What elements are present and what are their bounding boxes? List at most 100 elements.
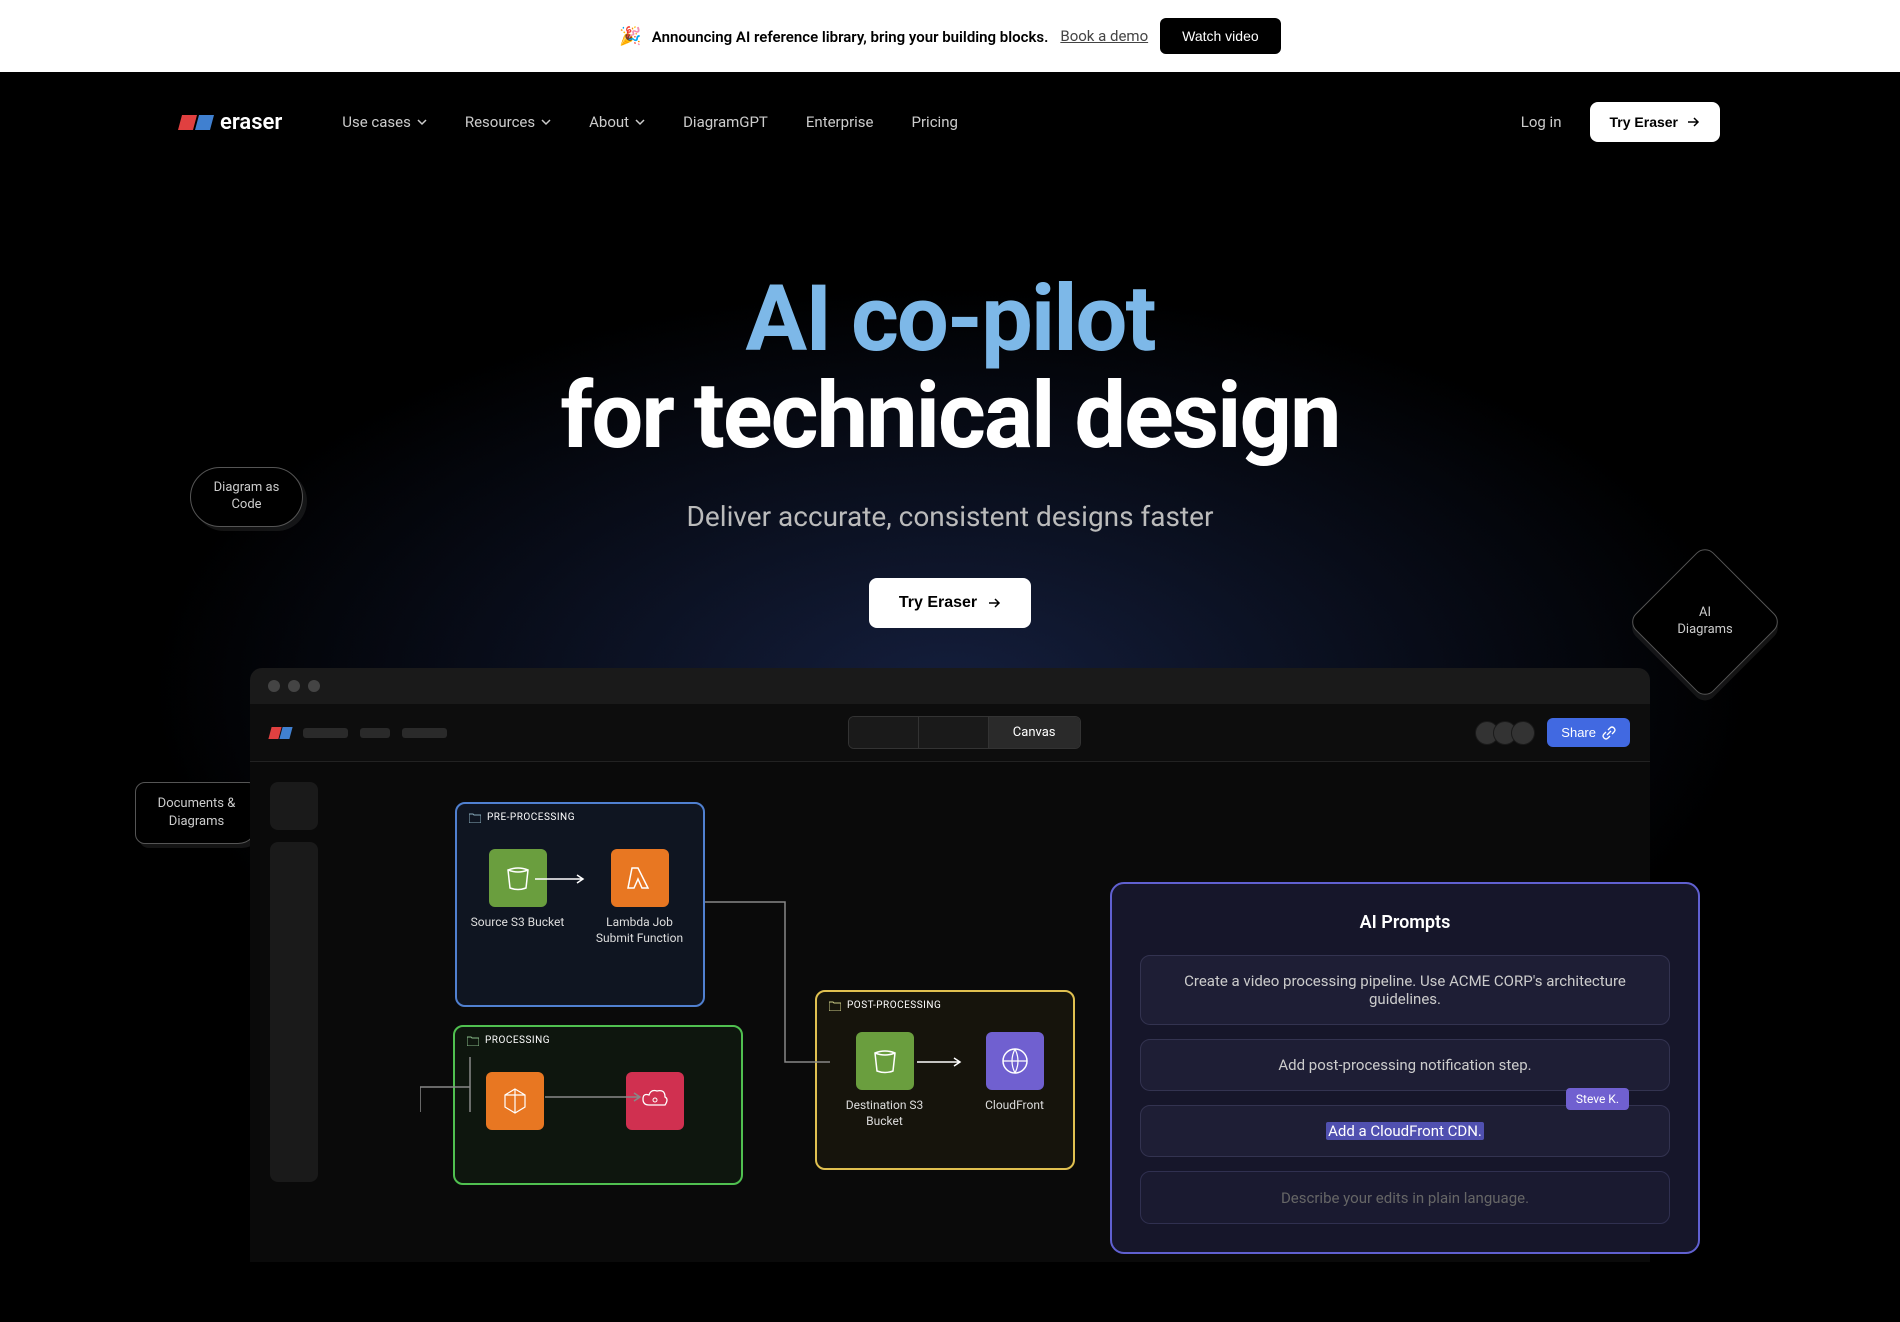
label-text: PROCESSING xyxy=(485,1035,550,1046)
button-label: Try Eraser xyxy=(899,594,977,612)
toolbar-tab[interactable] xyxy=(849,717,919,748)
badge-documents-diagrams[interactable]: Documents & Diagrams xyxy=(135,782,258,844)
prompt-item[interactable]: Create a video processing pipeline. Use … xyxy=(1140,955,1670,1025)
mini-logo-icon xyxy=(270,727,291,739)
group-postprocessing[interactable]: POST-PROCESSING Destination S3 Bucket Cl… xyxy=(815,990,1075,1170)
toolbar-left xyxy=(270,727,447,739)
nav-links: Use cases Resources About DiagramGPT Ent… xyxy=(342,113,958,131)
share-button[interactable]: Share xyxy=(1547,718,1630,747)
window-dot-max-icon xyxy=(308,680,320,692)
node-cloudfront[interactable]: CloudFront xyxy=(962,1032,1067,1114)
watch-video-button[interactable]: Watch video xyxy=(1160,18,1281,54)
main-nav: eraser Use cases Resources About Diagram… xyxy=(0,72,1900,172)
ai-panel-title: AI Prompts xyxy=(1140,912,1670,933)
hero-title-line1: AI co-pilot xyxy=(0,272,1900,369)
prompt-item-active[interactable]: Steve K. Add a CloudFront CDN. xyxy=(1140,1105,1670,1157)
prompt-text-highlighted: Add a CloudFront CDN. xyxy=(1326,1122,1484,1140)
arrow-icon xyxy=(917,1057,967,1067)
nav-item-label: About xyxy=(589,113,629,131)
s3-bucket-icon xyxy=(856,1032,914,1090)
label-text: POST-PROCESSING xyxy=(847,1000,941,1011)
node-processor1[interactable] xyxy=(485,1072,545,1138)
ai-prompts-panel: AI Prompts Create a video processing pip… xyxy=(1110,882,1700,1254)
logo[interactable]: eraser xyxy=(180,110,282,135)
breadcrumb-placeholder xyxy=(360,728,390,738)
prompt-item[interactable]: Add post-processing notification step. xyxy=(1140,1039,1670,1091)
toolbar-tabs: Canvas xyxy=(848,716,1081,749)
hero-title-line2: for technical design xyxy=(0,369,1900,466)
node-label: Source S3 Bucket xyxy=(465,915,570,931)
nav-pricing[interactable]: Pricing xyxy=(912,113,958,131)
diagram-area[interactable]: PRE-PROCESSING Source S3 Bucket Lambda J… xyxy=(325,782,1630,1242)
group-label: PROCESSING xyxy=(467,1035,550,1046)
badge-label: Diagram as Code xyxy=(209,480,284,514)
avatar[interactable] xyxy=(1511,721,1535,745)
chevron-down-icon xyxy=(417,117,427,127)
try-eraser-hero-button[interactable]: Try Eraser xyxy=(869,578,1031,628)
badge-diagram-as-code[interactable]: Diagram as Code xyxy=(190,467,303,527)
arrow-right-icon xyxy=(987,596,1001,610)
cloudfront-icon xyxy=(986,1032,1044,1090)
button-label: Share xyxy=(1561,725,1596,740)
group-label: PRE-PROCESSING xyxy=(469,812,575,823)
node-label: CloudFront xyxy=(962,1098,1067,1114)
folder-icon xyxy=(469,813,481,823)
node-label: Lambda Job Submit Function xyxy=(587,915,692,946)
chevron-down-icon xyxy=(635,117,645,127)
node-s3-dest[interactable]: Destination S3 Bucket xyxy=(832,1032,937,1129)
nav-enterprise[interactable]: Enterprise xyxy=(806,113,874,131)
chevron-down-icon xyxy=(541,117,551,127)
prompt-placeholder: Describe your edits in plain language. xyxy=(1281,1189,1529,1207)
window-dot-min-icon xyxy=(288,680,300,692)
group-label: POST-PROCESSING xyxy=(829,1000,941,1011)
sidebar-tool-panel[interactable] xyxy=(270,842,318,1182)
badge-ai-diagrams[interactable]: AI Diagrams xyxy=(1627,544,1783,700)
arrow-right-icon xyxy=(1686,115,1700,129)
connector-line xyxy=(545,1092,645,1102)
hero-title: AI co-pilot for technical design xyxy=(0,272,1900,465)
node-processor2[interactable] xyxy=(625,1072,685,1138)
prompt-input[interactable]: Describe your edits in plain language. xyxy=(1140,1171,1670,1224)
canvas-sidebar xyxy=(270,782,325,1242)
node-s3-source[interactable]: Source S3 Bucket xyxy=(465,849,570,931)
book-demo-link[interactable]: Book a demo xyxy=(1060,27,1148,45)
node-lambda[interactable]: Lambda Job Submit Function xyxy=(587,849,692,946)
logo-text: eraser xyxy=(220,110,282,135)
app-toolbar: Canvas Share xyxy=(250,704,1650,762)
breadcrumb-placeholder xyxy=(402,728,447,738)
window-header xyxy=(250,668,1650,704)
nav-diagramgpt[interactable]: DiagramGPT xyxy=(683,113,768,131)
login-link[interactable]: Log in xyxy=(1521,113,1562,131)
announcement-text: Announcing AI reference library, bring y… xyxy=(652,28,1049,46)
nav-item-label: Resources xyxy=(465,113,535,131)
toolbar-right: Share xyxy=(1481,718,1630,747)
nav-resources[interactable]: Resources xyxy=(465,113,551,131)
group-preprocessing[interactable]: PRE-PROCESSING Source S3 Bucket Lambda J… xyxy=(455,802,705,1007)
badge-label: Documents & Diagrams xyxy=(154,795,239,831)
nav-about[interactable]: About xyxy=(589,113,645,131)
try-eraser-nav-button[interactable]: Try Eraser xyxy=(1590,102,1721,142)
connector-line xyxy=(420,1057,480,1117)
arrow-icon xyxy=(535,874,590,884)
announcement-bar: 🎉 Announcing AI reference library, bring… xyxy=(0,0,1900,72)
toolbar-tab[interactable] xyxy=(919,717,989,748)
avatar-group xyxy=(1481,721,1535,745)
app-preview: Canvas Share xyxy=(250,668,1650,1262)
sidebar-tool[interactable] xyxy=(270,782,318,830)
node-label: Destination S3 Bucket xyxy=(832,1098,937,1129)
nav-use-cases[interactable]: Use cases xyxy=(342,113,427,131)
hero-section: Diagram as Code AI Diagrams Documents & … xyxy=(0,172,1900,1322)
lambda-icon xyxy=(611,849,669,907)
group-processing[interactable]: PROCESSING xyxy=(453,1025,743,1185)
connector-line xyxy=(705,897,835,1067)
link-icon xyxy=(1602,726,1616,740)
label-text: PRE-PROCESSING xyxy=(487,812,575,823)
badge-label: AI Diagrams xyxy=(1670,605,1740,639)
button-label: Try Eraser xyxy=(1610,114,1679,130)
nav-item-label: Use cases xyxy=(342,113,411,131)
toolbar-tab-canvas[interactable]: Canvas xyxy=(989,717,1080,748)
user-tag: Steve K. xyxy=(1566,1088,1629,1110)
breadcrumb-placeholder xyxy=(303,728,348,738)
folder-icon xyxy=(467,1036,479,1046)
window-dot-close-icon xyxy=(268,680,280,692)
